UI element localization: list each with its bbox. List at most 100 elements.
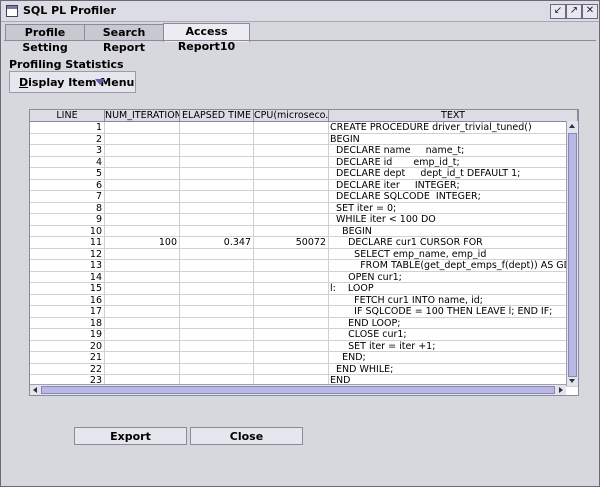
table-cell: 20 xyxy=(30,340,105,352)
table-cell: FETCH cur1 INTO name, id; xyxy=(329,294,578,306)
table-cell: 9 xyxy=(30,214,105,226)
table-cell xyxy=(180,191,254,203)
table-cell: SELECT emp_name, emp_id xyxy=(329,248,578,260)
table-row[interactable]: 10 BEGIN xyxy=(30,225,578,237)
table-cell: 6 xyxy=(30,179,105,191)
table-cell xyxy=(105,214,180,226)
table-cell: 22 xyxy=(30,363,105,375)
table-row[interactable]: 21 END; xyxy=(30,352,578,364)
table-cell: DECLARE iter INTEGER; xyxy=(329,179,578,191)
table-cell xyxy=(254,317,329,329)
table-cell xyxy=(254,329,329,341)
table-cell xyxy=(180,340,254,352)
table-cell xyxy=(254,260,329,272)
table-cell xyxy=(180,248,254,260)
table-cell: 4 xyxy=(30,156,105,168)
table-cell xyxy=(105,133,180,145)
table-row[interactable]: 17 IF SQLCODE = 100 THEN LEAVE l; END IF… xyxy=(30,306,578,318)
table-row[interactable]: 1 CREATE PROCEDURE driver_trivial_tuned() xyxy=(30,122,578,134)
table-cell xyxy=(254,156,329,168)
table-cell: OPEN cur1; xyxy=(329,271,578,283)
table-cell: 2 xyxy=(30,133,105,145)
horizontal-scroll-thumb[interactable] xyxy=(41,386,555,394)
vertical-scrollbar[interactable] xyxy=(566,121,578,386)
table-row[interactable]: 8 SET iter = 0; xyxy=(30,202,578,214)
table-cell xyxy=(254,214,329,226)
minimize-icon[interactable]: ↙ xyxy=(550,4,566,19)
table-cell xyxy=(180,179,254,191)
table-cell: 1 xyxy=(30,122,105,134)
table-cell xyxy=(180,260,254,272)
table-cell: DECLARE SQLCODE INTEGER; xyxy=(329,191,578,203)
table-cell: 3 xyxy=(30,145,105,157)
horizontal-scrollbar[interactable] xyxy=(30,384,566,395)
table-cell: BEGIN xyxy=(329,225,578,237)
close-button[interactable]: Close xyxy=(190,427,303,445)
table-cell xyxy=(254,133,329,145)
table-row[interactable]: 11 100 0.347 50072 DECLARE cur1 CURSOR FOR xyxy=(30,237,578,249)
table-cell xyxy=(105,248,180,260)
table-cell xyxy=(180,214,254,226)
table-row[interactable]: 19 CLOSE cur1; xyxy=(30,329,578,341)
column-header[interactable]: TEXT xyxy=(329,110,578,122)
table-cell xyxy=(254,179,329,191)
table-cell: 15 xyxy=(30,283,105,295)
table-cell xyxy=(105,122,180,134)
table-row[interactable]: 13 FROM TABLE(get_dept_emps_f(dept)) AS … xyxy=(30,260,578,272)
table-row[interactable]: 9 WHILE iter < 100 DO xyxy=(30,214,578,226)
table-cell: DECLARE cur1 CURSOR FOR xyxy=(329,237,578,249)
display-item-menu-button[interactable]: Display Item Menu xyxy=(9,71,136,93)
table-cell: END; xyxy=(329,352,578,364)
column-header[interactable]: NUM_ITERATION xyxy=(105,110,180,122)
close-icon[interactable]: ✕ xyxy=(582,4,598,19)
table-row[interactable]: 15 l: LOOP xyxy=(30,283,578,295)
table-cell xyxy=(105,156,180,168)
table-cell xyxy=(180,122,254,134)
table-row[interactable]: 4 DECLARE id emp_id_t; xyxy=(30,156,578,168)
table-cell: SET iter = 0; xyxy=(329,202,578,214)
table-row[interactable]: 12 SELECT emp_name, emp_id xyxy=(30,248,578,260)
scroll-down-icon[interactable] xyxy=(569,379,575,383)
export-button[interactable]: Export xyxy=(74,427,187,445)
table-cell xyxy=(180,294,254,306)
table-row[interactable]: 22 END WHILE; xyxy=(30,363,578,375)
table-cell xyxy=(105,352,180,364)
table-row[interactable]: 5 DECLARE dept dept_id_t DEFAULT 1; xyxy=(30,168,578,180)
table-cell xyxy=(254,306,329,318)
scroll-left-icon[interactable] xyxy=(33,387,37,393)
table-cell: END WHILE; xyxy=(329,363,578,375)
table-cell: CLOSE cur1; xyxy=(329,329,578,341)
section-title: Profiling Statistics xyxy=(9,58,124,71)
table-cell xyxy=(254,122,329,134)
table-cell xyxy=(105,145,180,157)
scroll-up-icon[interactable] xyxy=(569,124,575,128)
table-row[interactable]: 7 DECLARE SQLCODE INTEGER; xyxy=(30,191,578,203)
table-cell: 17 xyxy=(30,306,105,318)
table-cell: SET iter = iter +1; xyxy=(329,340,578,352)
tab-search-report[interactable]: Search Report xyxy=(84,24,164,54)
vertical-scroll-thumb[interactable] xyxy=(568,133,577,377)
menu-mnemonic: D xyxy=(19,76,29,89)
table-cell xyxy=(180,156,254,168)
table-row[interactable]: 18 END LOOP; xyxy=(30,317,578,329)
table-row[interactable]: 20 SET iter = iter +1; xyxy=(30,340,578,352)
column-header[interactable]: LINE xyxy=(30,110,105,122)
tab-profile-setting[interactable]: Profile Setting xyxy=(5,24,85,54)
table-row[interactable]: 6 DECLARE iter INTEGER; xyxy=(30,179,578,191)
table-cell: DECLARE name name_t; xyxy=(329,145,578,157)
table-row[interactable]: 3 DECLARE name name_t; xyxy=(30,145,578,157)
table-row[interactable]: 2 BEGIN xyxy=(30,133,578,145)
table-cell xyxy=(254,168,329,180)
table-cell xyxy=(105,202,180,214)
window-title: SQL PL Profiler xyxy=(23,4,116,17)
table-cell: END LOOP; xyxy=(329,317,578,329)
title-bar[interactable]: SQL PL Profiler ↙ ↗ ✕ xyxy=(1,1,599,22)
column-header[interactable]: CPU(microseco... xyxy=(254,110,329,122)
table-row[interactable]: 16 FETCH cur1 INTO name, id; xyxy=(30,294,578,306)
table-cell xyxy=(105,168,180,180)
column-header[interactable]: ELAPSED TIME xyxy=(180,110,254,122)
maximize-icon[interactable]: ↗ xyxy=(566,4,582,19)
table-cell xyxy=(180,329,254,341)
scroll-right-icon[interactable] xyxy=(559,387,563,393)
table-row[interactable]: 14 OPEN cur1; xyxy=(30,271,578,283)
